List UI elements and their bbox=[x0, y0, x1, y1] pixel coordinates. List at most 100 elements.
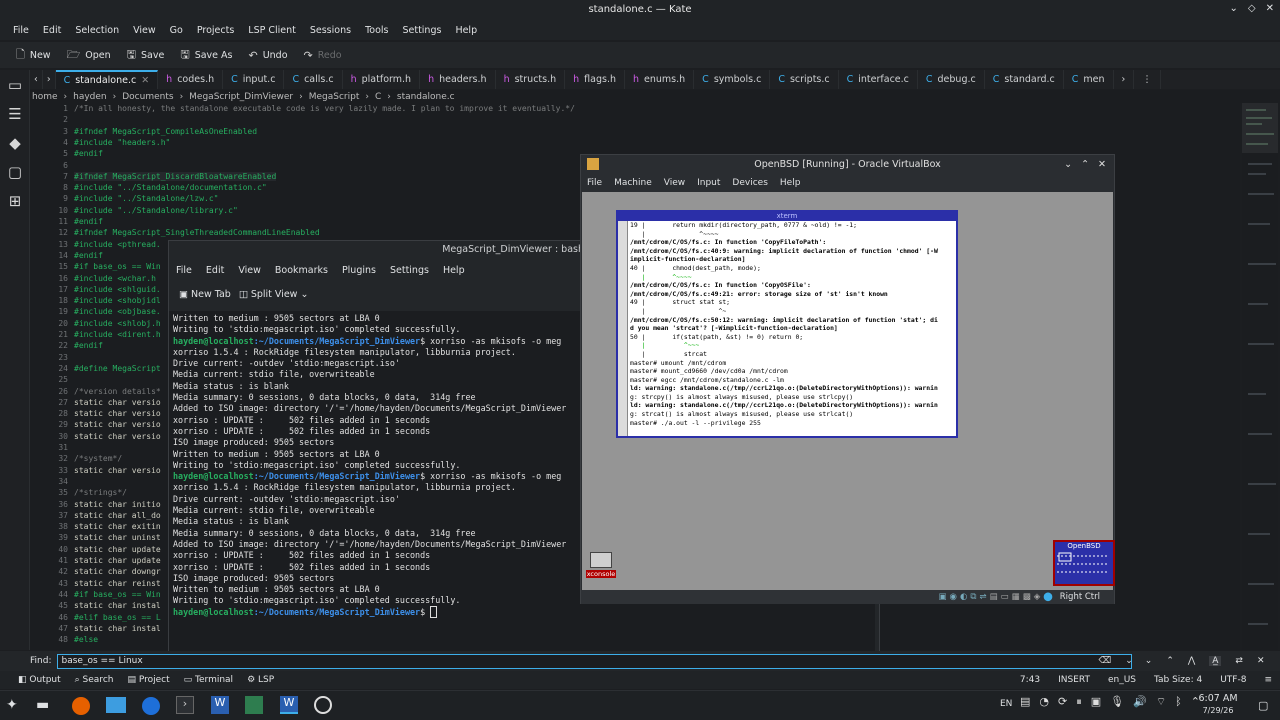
code-line[interactable]: #else bbox=[74, 635, 98, 644]
code-line[interactable]: #include <shlguid. bbox=[74, 285, 161, 294]
tab-structs-h[interactable]: h structs.h bbox=[496, 70, 566, 89]
code-line[interactable]: #endif bbox=[74, 149, 103, 158]
konsole-menu-file[interactable]: File bbox=[169, 265, 199, 276]
tab-platform-h[interactable]: h platform.h bbox=[343, 70, 421, 89]
minimize-icon[interactable]: ⌄ bbox=[1230, 3, 1238, 14]
kate-icon[interactable]: W bbox=[280, 696, 298, 714]
code-line[interactable]: /*strings*/ bbox=[74, 488, 127, 497]
code-line[interactable]: /*In all honesty, the standalone executa… bbox=[74, 104, 575, 113]
code-line[interactable]: static char all_do bbox=[74, 511, 161, 520]
recording-icon[interactable]: ▦ bbox=[1012, 592, 1020, 602]
xconsole-icon[interactable]: xconsole bbox=[586, 552, 616, 586]
menu-projects[interactable]: Projects bbox=[190, 25, 241, 36]
code-line[interactable]: static char instal bbox=[74, 624, 161, 633]
code-line[interactable]: #include <objbase. bbox=[74, 307, 161, 316]
volume-icon[interactable]: 🔊 bbox=[1133, 695, 1147, 709]
git-icon[interactable]: ◆ bbox=[0, 128, 30, 157]
media-pause-icon[interactable]: ⏸ bbox=[1076, 695, 1082, 709]
undo-button[interactable]: ↶ Undo bbox=[240, 49, 295, 62]
notifications-icon[interactable]: ◔ bbox=[1039, 695, 1049, 709]
maximize-icon[interactable]: ◇ bbox=[1248, 3, 1256, 14]
code-line[interactable]: #elif base_os == L bbox=[74, 613, 161, 622]
vbox-menu-machine[interactable]: Machine bbox=[608, 178, 658, 188]
find-previous-icon[interactable]: ⌄ bbox=[1145, 656, 1153, 666]
code-line[interactable]: /*system*/ bbox=[74, 454, 122, 463]
dictionary[interactable]: en_US bbox=[1108, 675, 1136, 685]
symbols-icon[interactable]: ⊞ bbox=[0, 186, 30, 215]
code-line[interactable]: #include <wchar.h bbox=[74, 274, 156, 283]
code-line[interactable]: #if base_os == Win bbox=[74, 262, 161, 271]
konsole-menu-help[interactable]: Help bbox=[436, 265, 472, 276]
tab-men[interactable]: Cmen bbox=[1064, 70, 1114, 89]
code-line[interactable]: #include <shobjidl bbox=[74, 296, 161, 305]
audio-icon[interactable]: ◐ bbox=[960, 592, 967, 602]
code-line[interactable]: /*version details* bbox=[74, 387, 161, 396]
vbox-menu-view[interactable]: View bbox=[658, 178, 691, 188]
documents-icon[interactable]: ▭ bbox=[0, 70, 30, 99]
find-input[interactable]: base_os == Linux bbox=[57, 653, 1133, 669]
code-line[interactable]: static char versio bbox=[74, 420, 161, 429]
tab-flags-h[interactable]: h flags.h bbox=[565, 70, 625, 89]
code-line[interactable]: static char versio bbox=[74, 409, 161, 418]
code-line[interactable]: #include <shlobj.h bbox=[74, 319, 161, 328]
vbox-menu-input[interactable]: Input bbox=[691, 178, 726, 188]
writer-icon[interactable]: W bbox=[211, 696, 229, 714]
code-line[interactable]: #if base_os == Win bbox=[74, 590, 161, 599]
mouse-integration-icon[interactable]: ◈ bbox=[1034, 592, 1041, 602]
tab-enums-h[interactable]: h enums.h bbox=[625, 70, 695, 89]
menu-go[interactable]: Go bbox=[163, 25, 190, 36]
new-tab-button[interactable]: ▣ New Tab bbox=[179, 289, 231, 300]
code-line[interactable]: static char initio bbox=[74, 500, 161, 509]
replace-toggle-icon[interactable]: ⇄ bbox=[1235, 656, 1243, 666]
code-line[interactable]: #endif bbox=[74, 341, 103, 350]
menu-edit[interactable]: Edit bbox=[36, 25, 68, 36]
shared-folder-icon[interactable]: ▤ bbox=[990, 592, 998, 602]
tab-standalone-c[interactable]: Cstandalone.c ✕ bbox=[55, 70, 159, 89]
breadcrumb-item[interactable]: MegaScript bbox=[309, 92, 360, 102]
firefox-icon[interactable] bbox=[72, 697, 90, 715]
close-tab-icon[interactable]: ✕ bbox=[141, 75, 149, 86]
code-line[interactable]: #ifndef MegaScript_SingleThreadedCommand… bbox=[74, 228, 320, 237]
clock[interactable]: 6:07 AM 7/29/26 bbox=[1192, 693, 1244, 717]
tab-interface-c[interactable]: Cinterface.c bbox=[839, 70, 918, 89]
menu-icon[interactable]: ≡ bbox=[1264, 675, 1272, 685]
konsole-menu-view[interactable]: View bbox=[231, 265, 268, 276]
code-line[interactable]: static char update bbox=[74, 556, 161, 565]
network-icon[interactable]: ⧉ bbox=[970, 592, 976, 602]
code-line[interactable]: #ifndef MegaScript_DiscardBloatwareEnabl… bbox=[74, 171, 277, 181]
code-line[interactable]: #include "../Standalone/library.c" bbox=[74, 206, 238, 215]
vbox-menu-devices[interactable]: Devices bbox=[726, 178, 773, 188]
maximize-icon[interactable]: ⌃ bbox=[1081, 155, 1089, 174]
bottom-tab-terminal[interactable]: ▭ Terminal bbox=[184, 675, 233, 685]
display-icon[interactable]: ▭ bbox=[1001, 592, 1009, 602]
tab-calls-c[interactable]: Ccalls.c bbox=[284, 70, 343, 89]
breadcrumb-item[interactable]: MegaScript_DimViewer bbox=[189, 92, 293, 102]
open-button[interactable]: 🗁 Open bbox=[59, 46, 119, 65]
code-line[interactable]: #endif bbox=[74, 217, 103, 226]
usb-icon[interactable]: ⇌ bbox=[979, 592, 986, 602]
vbox-menu-help[interactable]: Help bbox=[774, 178, 807, 188]
konsole-menu-settings[interactable]: Settings bbox=[383, 265, 436, 276]
indentation[interactable]: Tab Size: 4 bbox=[1154, 675, 1202, 685]
updates-icon[interactable]: ⟳ bbox=[1058, 695, 1067, 709]
bottom-tab-project[interactable]: ▤ Project bbox=[127, 675, 169, 685]
terminal-icon[interactable]: › bbox=[176, 696, 194, 714]
code-line[interactable]: static char instal bbox=[74, 601, 161, 610]
wifi-icon[interactable]: ⌔ bbox=[1156, 695, 1166, 709]
input-mode[interactable]: INSERT bbox=[1058, 675, 1090, 685]
bottom-tab-search[interactable]: ⌕ Search bbox=[75, 675, 114, 685]
cursor-position[interactable]: 7:43 bbox=[1020, 675, 1040, 685]
xterm-window[interactable]: xterm 19 | return mkdir(directory_path, … bbox=[616, 210, 958, 438]
code-line[interactable]: #ifndef MegaScript_CompileAsOneEnabled bbox=[74, 127, 257, 136]
bottom-tab-output[interactable]: ◧ Output bbox=[18, 675, 61, 685]
code-line[interactable]: static char downgr bbox=[74, 567, 161, 576]
filesystem-icon[interactable]: ▢ bbox=[0, 157, 30, 186]
breadcrumb-item[interactable]: standalone.c bbox=[397, 92, 455, 102]
peek-desktop-icon[interactable]: ▢ bbox=[1258, 699, 1268, 712]
xterm-output[interactable]: 19 | return mkdir(directory_path, 0777 &… bbox=[630, 221, 956, 436]
code-line[interactable]: #define MegaScript bbox=[74, 364, 161, 373]
menu-view[interactable]: View bbox=[126, 25, 163, 36]
code-line[interactable]: static char uninst bbox=[74, 533, 161, 542]
system-monitor-icon[interactable] bbox=[245, 696, 263, 714]
code-line[interactable]: #endif bbox=[74, 251, 103, 260]
